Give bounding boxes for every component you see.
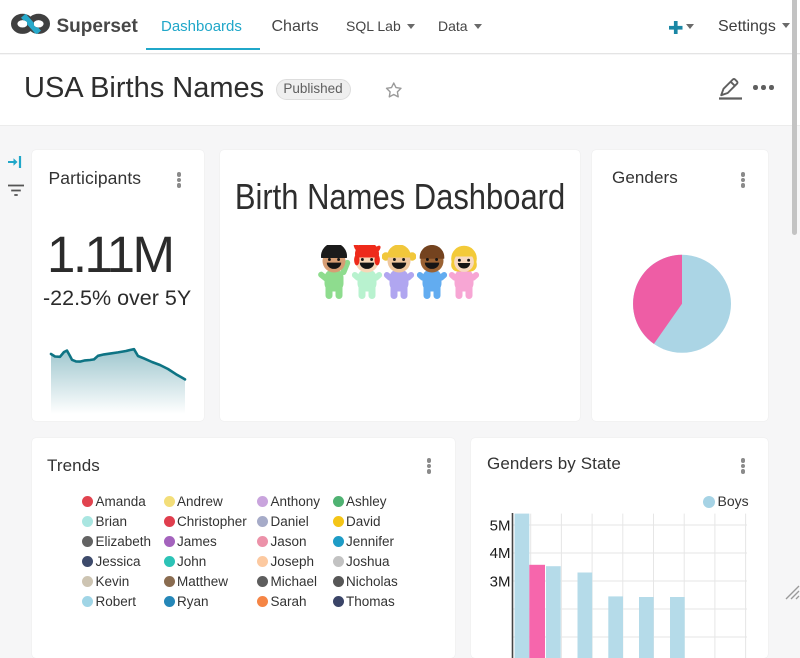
svg-text:4M: 4M	[490, 545, 511, 562]
svg-text:5M: 5M	[490, 518, 511, 535]
svg-text:3M: 3M	[490, 574, 511, 591]
